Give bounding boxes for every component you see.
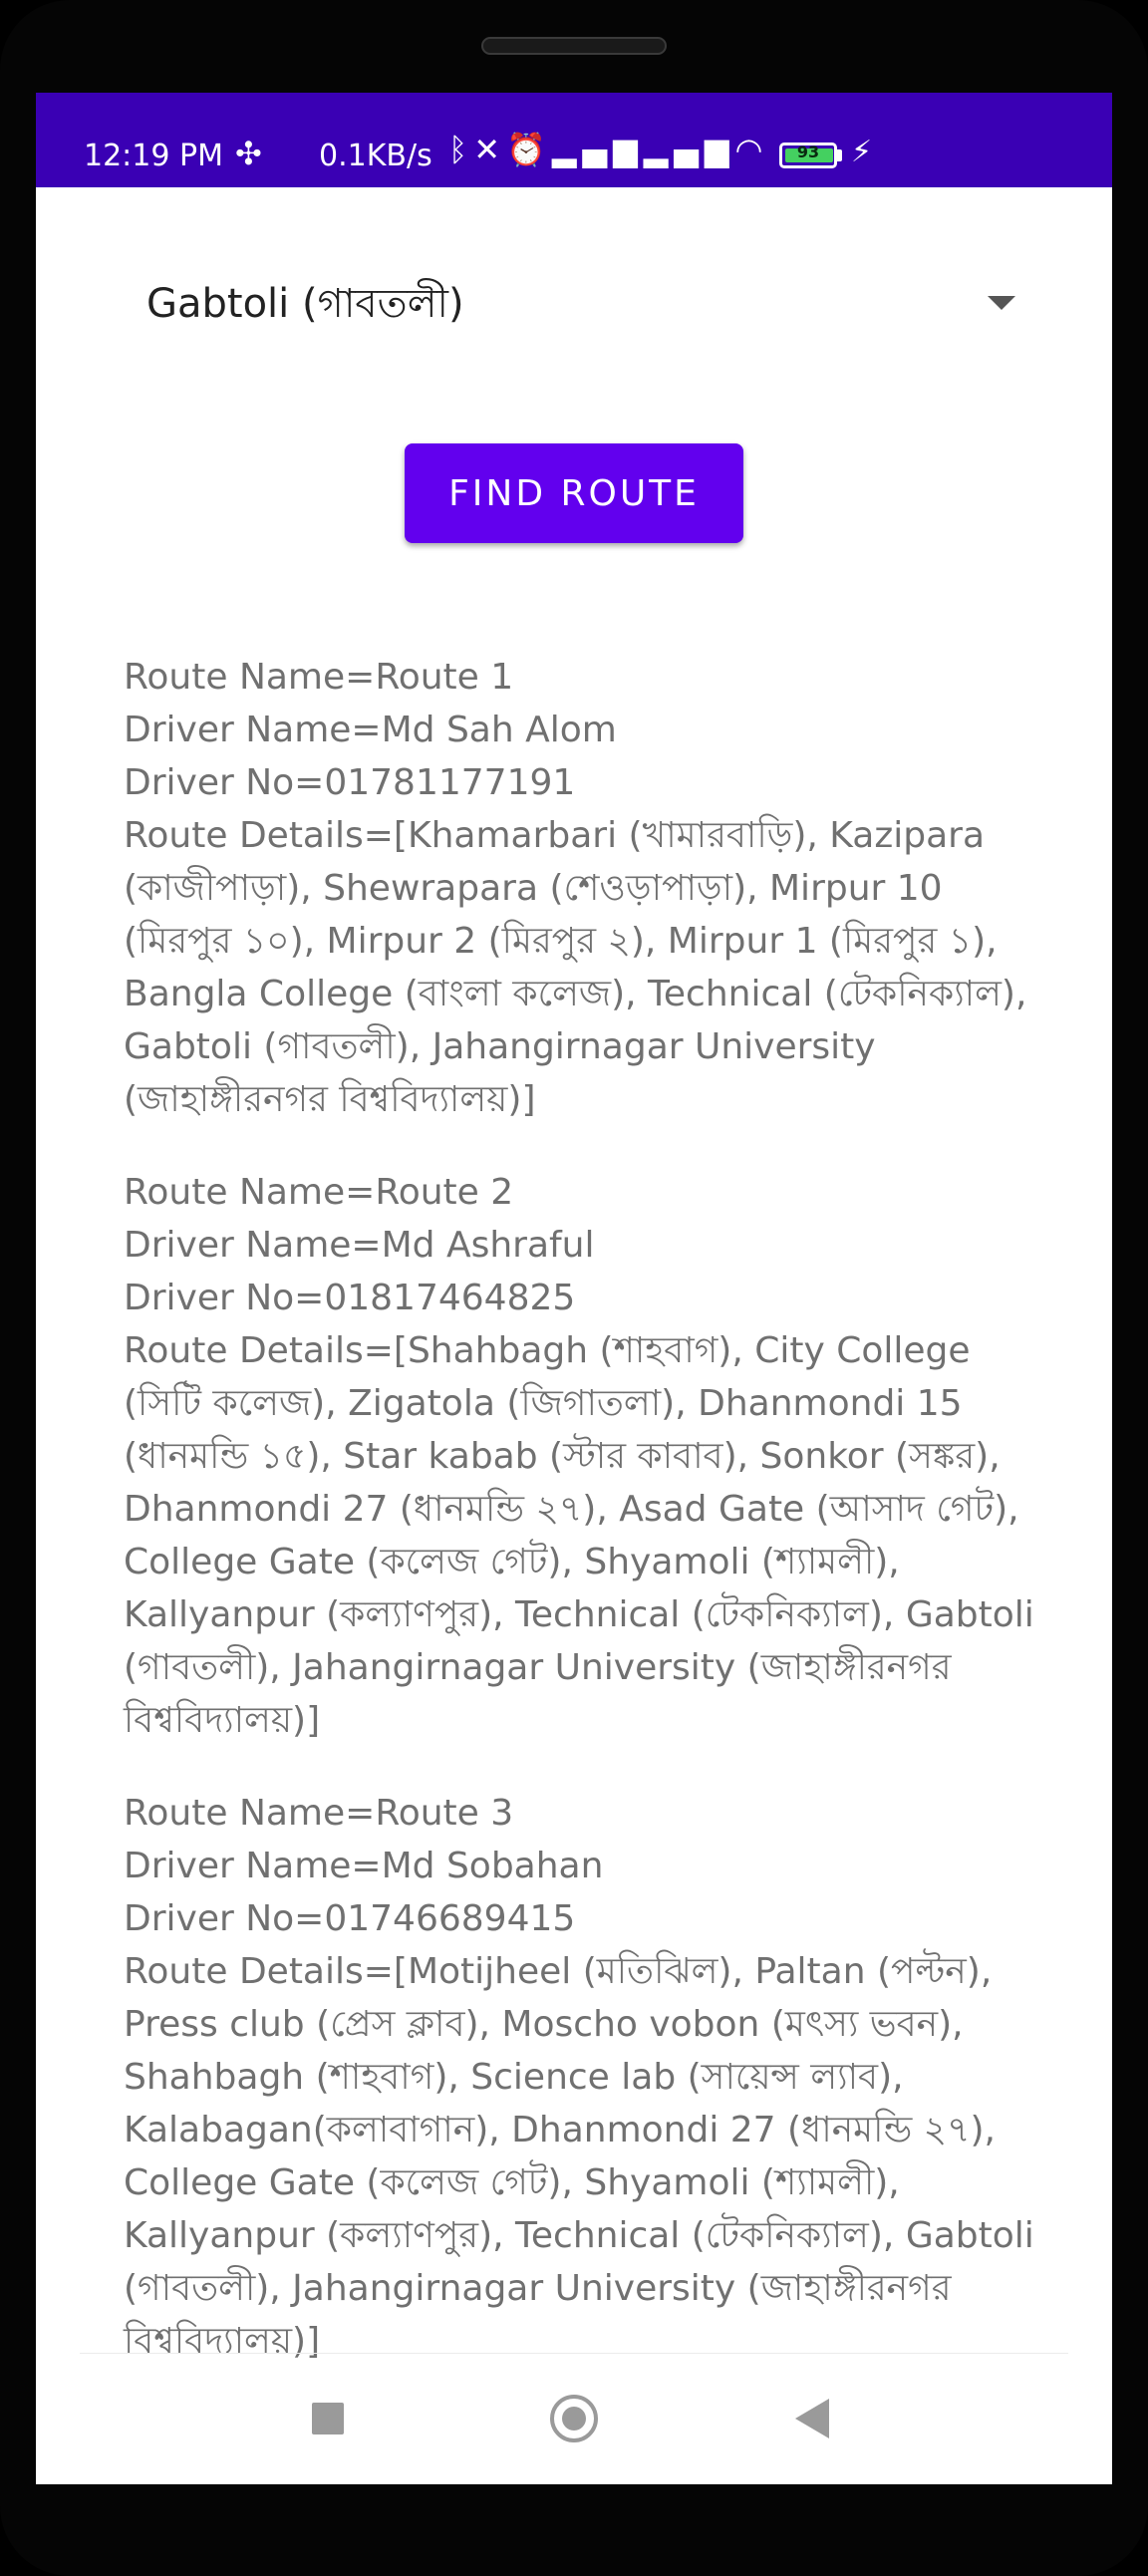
charging-icon: ⚡ [851,135,873,169]
signal-icon: ▂▄▆ [643,131,735,168]
recents-icon[interactable] [312,2403,344,2434]
route-details: Route Details=[Shahbagh (শাহবাগ), City C… [124,1330,1034,1741]
route-item: Route Name=Route 3 Driver Name=Md Sobaha… [124,1787,1050,2368]
status-bar: 12:19 PM ✣ 0.1KB/s ᛒ✕⏰▂▄▆▂▄▆◠ 93 ⚡ [36,93,1112,187]
status-icons: ᛒ✕⏰▂▄▆▂▄▆◠ [448,131,768,168]
route-name: Route Name=Route 2 [124,1172,514,1213]
driver-name: Driver Name=Md Ashraful [124,1225,595,1266]
battery-cap [837,149,842,161]
route-item: Route Name=Route 1 Driver Name=Md Sah Al… [124,651,1050,1126]
route-details: Route Details=[Khamarbari (খামারবাড়ি), … [124,815,1027,1120]
driver-number: Driver No=01817464825 [124,1278,576,1318]
route-details: Route Details=[Motijheel (মতিঝিল), Palta… [124,1951,1034,2362]
battery-icon: 93 [779,143,837,168]
location-spinner[interactable]: Gabtoli (গাবতলী) [96,242,1052,352]
driver-name: Driver Name=Md Sah Alom [124,710,617,750]
network-speed: 0.1KB/s [319,139,432,173]
app-screen: 12:19 PM ✣ 0.1KB/s ᛒ✕⏰▂▄▆▂▄▆◠ 93 ⚡ Gabto… [36,93,1112,2484]
home-icon-center [562,2407,586,2431]
phone-frame: 12:19 PM ✣ 0.1KB/s ᛒ✕⏰▂▄▆▂▄▆◠ 93 ⚡ Gabto… [0,0,1148,2576]
spinner-selected-value: Gabtoli (গাবতলী) [146,281,464,327]
route-results: Route Name=Route 1 Driver Name=Md Sah Al… [124,651,1050,2408]
route-name: Route Name=Route 3 [124,1793,514,1834]
wifi-icon: ◠ [734,131,769,168]
driver-name: Driver Name=Md Sobahan [124,1846,604,1886]
speaker-grille [481,37,667,55]
vibrate-off-icon: ✕ [473,131,507,168]
slack-icon: ✣ [235,135,262,172]
navbar-divider [80,2353,1068,2354]
driver-number: Driver No=01746689415 [124,1898,576,1939]
find-route-button[interactable]: FIND ROUTE [405,443,743,543]
bluetooth-icon: ᛒ [448,131,474,168]
status-time: 12:19 PM [84,139,223,173]
back-icon[interactable] [795,2399,829,2438]
home-icon[interactable] [550,2395,598,2442]
driver-number: Driver No=01781177191 [124,762,576,803]
signal-icon: ▂▄▆ [551,131,644,168]
route-name: Route Name=Route 1 [124,657,514,698]
dropdown-arrow-icon [988,296,1015,310]
alarm-icon: ⏰ [506,131,552,168]
route-item: Route Name=Route 2 Driver Name=Md Ashraf… [124,1166,1050,1747]
battery-level: 93 [796,143,820,161]
